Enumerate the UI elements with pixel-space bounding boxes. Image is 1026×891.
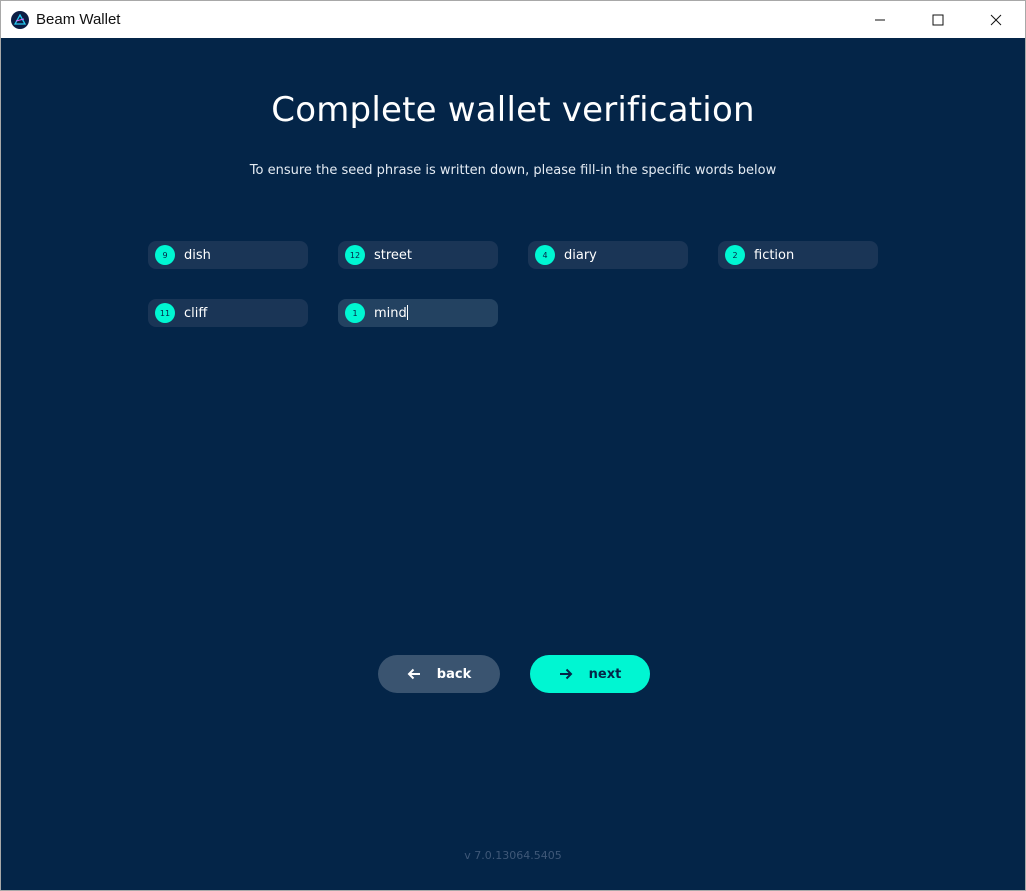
close-icon [990,14,1002,25]
word-number-badge: 1 [345,303,365,323]
close-button[interactable] [967,1,1025,38]
seed-word-text: mind [374,306,407,321]
seed-word-value: cliff [184,305,208,321]
seed-word-field[interactable]: 2 fiction [718,241,878,269]
minimize-button[interactable] [851,1,909,38]
word-number-badge: 2 [725,245,745,265]
seed-word-value: diary [564,247,597,263]
arrow-left-icon [407,668,420,680]
word-number-badge: 12 [345,245,365,265]
seed-word-field-active[interactable]: 1 mind [338,299,498,327]
word-number-badge: 9 [155,245,175,265]
seed-word-value: mind [374,305,408,321]
back-button-label: back [436,666,472,682]
back-button[interactable]: back [378,655,500,693]
seed-word-field[interactable]: 11 cliff [148,299,308,327]
seed-word-field[interactable]: 12 street [338,241,498,269]
word-number-badge: 4 [535,245,555,265]
app-window: Beam Wallet Complete wallet verification… [0,0,1026,891]
arrow-right-icon [559,668,573,680]
window-title: Beam Wallet [36,11,121,28]
page-subtitle: To ensure the seed phrase is written dow… [249,163,777,178]
verification-page: Complete wallet verification To ensure t… [1,38,1025,890]
word-number-badge: 11 [155,303,175,323]
maximize-button[interactable] [909,1,967,38]
seed-word-value: street [374,247,413,263]
page-title: Complete wallet verification [271,90,755,130]
beam-logo-icon [11,10,29,29]
title-bar: Beam Wallet [1,1,1025,38]
seed-word-field[interactable]: 9 dish [148,241,308,269]
seed-word-grid: 9 dish 12 street 4 diary 2 fiction 11 cl… [148,241,888,327]
seed-word-value: dish [184,247,211,263]
window-controls [851,1,1025,38]
next-button[interactable]: next [530,655,650,693]
seed-word-value: fiction [754,247,795,263]
next-button-label: next [588,666,622,682]
minimize-icon [875,19,885,20]
maximize-icon [932,14,944,25]
version-label: v 7.0.13064.5405 [464,849,562,862]
text-cursor [406,305,408,320]
seed-word-field[interactable]: 4 diary [528,241,688,269]
